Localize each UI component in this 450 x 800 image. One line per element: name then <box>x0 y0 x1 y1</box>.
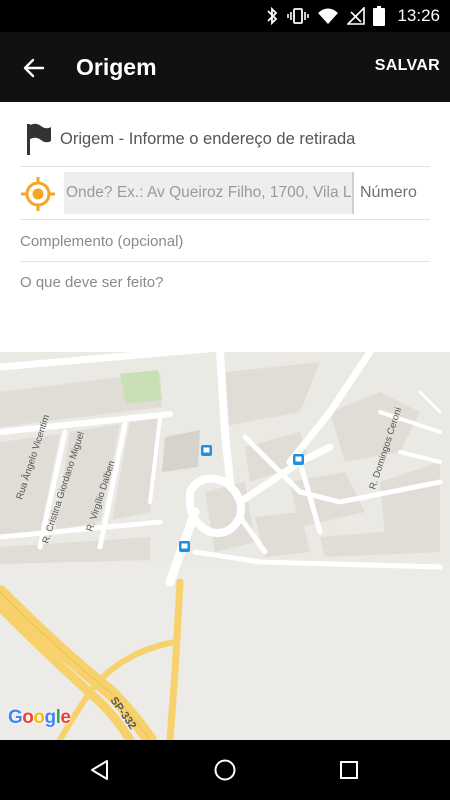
address-input[interactable] <box>64 172 354 214</box>
back-triangle-icon <box>91 760 108 780</box>
gps-target-icon[interactable] <box>20 176 56 212</box>
battery-icon <box>373 6 386 26</box>
google-logo-text: Google <box>8 707 71 728</box>
complement-input[interactable] <box>20 222 430 260</box>
park-area <box>120 370 162 404</box>
nav-home-button[interactable] <box>209 754 241 786</box>
save-button[interactable]: SALVAR <box>375 57 440 75</box>
task-row <box>20 264 430 304</box>
bus-stop-icon <box>179 541 190 552</box>
home-circle-icon <box>214 759 236 781</box>
bluetooth-icon <box>267 7 278 25</box>
page-title: Origem <box>76 54 157 80</box>
system-nav-bar <box>0 740 450 800</box>
vibrate-icon <box>287 8 310 24</box>
no-signal-icon <box>347 7 366 25</box>
map-canvas: Rua Ângelo Vicentim R. Cristina Giordano… <box>0 352 450 740</box>
recents-square-icon <box>340 761 358 779</box>
bus-stop-icon <box>201 445 212 456</box>
origin-header-row: Origem - Informe o endereço de retirada <box>20 122 430 167</box>
status-bar: 13:26 <box>0 0 450 32</box>
nav-back-button[interactable] <box>84 754 116 786</box>
nav-recents-button[interactable] <box>333 754 365 786</box>
arrow-left-icon <box>23 58 45 78</box>
number-input[interactable] <box>360 172 430 214</box>
app-bar: Origem SALVAR <box>0 32 450 102</box>
task-input[interactable] <box>20 264 430 300</box>
back-button[interactable] <box>18 52 50 84</box>
bus-stop-icon <box>293 454 304 465</box>
flag-icon <box>27 123 51 155</box>
origin-label: Origem - Informe o endereço de retirada <box>60 130 356 148</box>
map-view[interactable]: Rua Ângelo Vicentim R. Cristina Giordano… <box>0 352 450 740</box>
wifi-icon <box>318 8 339 24</box>
status-time: 13:26 <box>397 6 440 25</box>
origin-form: Origem - Informe o endereço de retirada <box>0 102 450 352</box>
address-row <box>20 168 430 220</box>
google-logo: Google <box>8 707 71 729</box>
complement-row <box>20 222 430 262</box>
